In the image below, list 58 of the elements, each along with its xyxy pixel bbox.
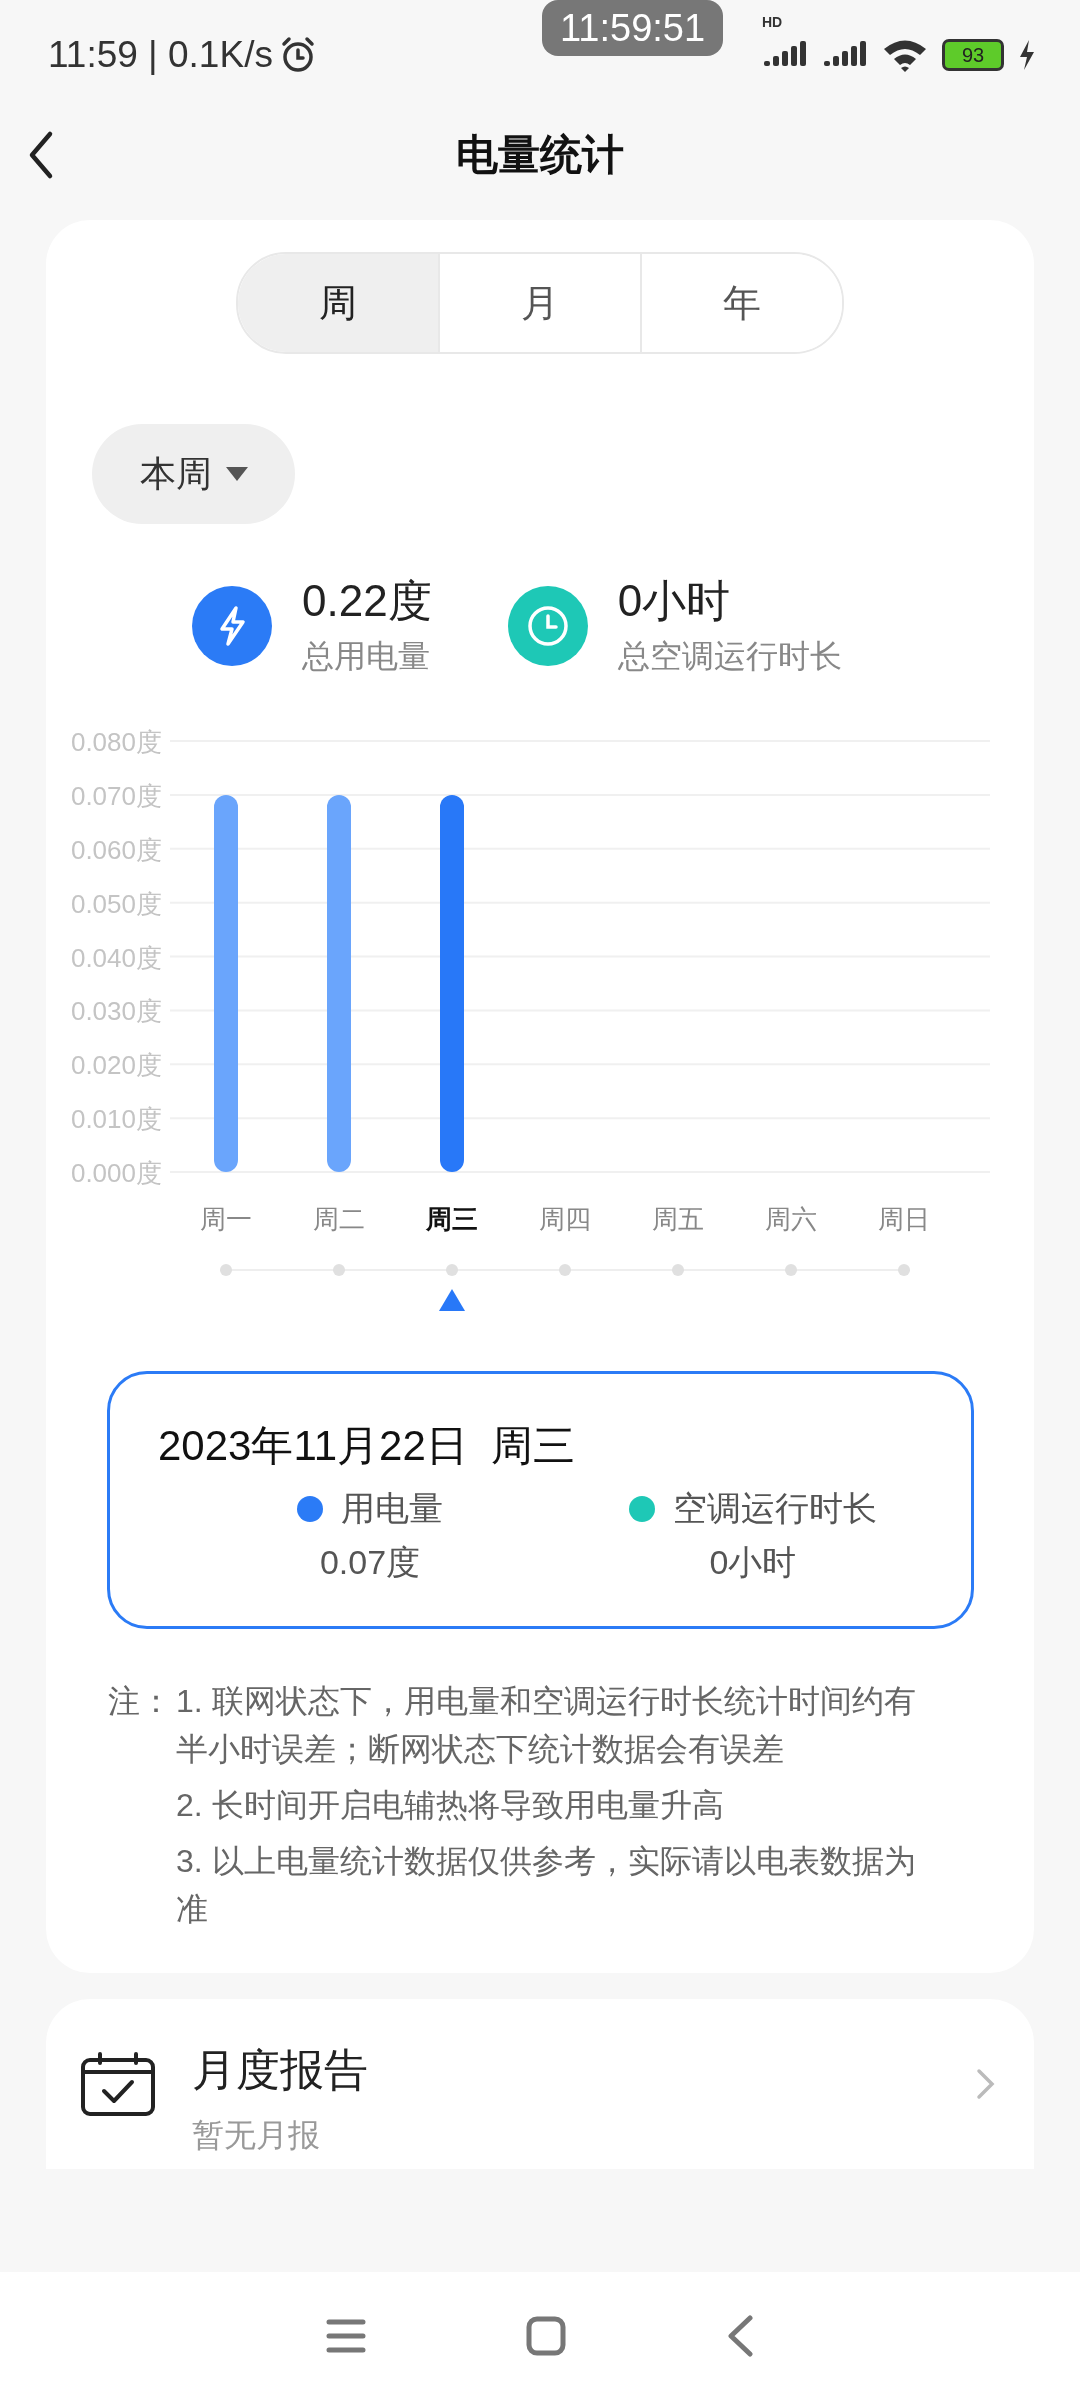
day-label[interactable]: 周二 <box>313 1204 365 1234</box>
period-dropdown[interactable]: 本周 <box>92 424 295 524</box>
day-label[interactable]: 周三 <box>426 1204 478 1234</box>
bar[interactable] <box>440 794 464 1172</box>
stat-value: 0小时 <box>617 575 732 627</box>
monthly-report-card[interactable]: 月度报告 暂无月报 <box>46 1999 1034 2169</box>
day-label[interactable]: 周六 <box>765 1204 817 1234</box>
summary-label: 空调运行时长 <box>673 1488 877 1529</box>
page-title: 电量统计 <box>456 130 624 180</box>
day-dot[interactable] <box>785 1264 797 1276</box>
day-label[interactable]: 周五 <box>652 1204 704 1234</box>
day-dot[interactable] <box>333 1264 345 1276</box>
summary-date: 2023年11月22日 周三 <box>158 1421 577 1471</box>
back-nav-button[interactable] <box>726 2315 754 2357</box>
day-label[interactable]: 周一 <box>200 1204 252 1234</box>
stat-label: 总用电量 <box>302 637 431 676</box>
day-dot[interactable] <box>446 1264 458 1276</box>
axis-label: 0.020度 <box>70 1050 162 1081</box>
day-dot[interactable] <box>672 1264 684 1276</box>
battery-level: 93 <box>942 39 1004 71</box>
period-tab[interactable]: 年 <box>640 254 842 352</box>
status-time: 11:59 | 0.1K/s <box>48 34 273 76</box>
chevron-right-icon <box>976 2068 996 2100</box>
stat-label: 总空调运行时长 <box>617 637 842 676</box>
network-type: HD <box>762 14 783 30</box>
note-text: 3. 以上电量统计数据仅供参考，实际请以电表数据为准 <box>176 1842 917 1929</box>
menu-button[interactable] <box>326 2318 366 2354</box>
summary-value: 0.07度 <box>319 1542 421 1583</box>
day-dot[interactable] <box>559 1264 571 1276</box>
day-label[interactable]: 周四 <box>539 1204 591 1234</box>
stat-value: 0.22度 <box>302 575 432 627</box>
axis-label: 0.070度 <box>70 780 162 811</box>
charging-icon <box>1018 40 1036 70</box>
axis-label: 0.010度 <box>70 1104 162 1135</box>
bar[interactable] <box>327 794 351 1172</box>
summary-value: 0小时 <box>709 1542 797 1583</box>
wifi-icon <box>882 38 928 72</box>
axis-label: 0.080度 <box>70 727 162 757</box>
axis-label: 0.060度 <box>70 834 162 865</box>
period-tab[interactable]: 周 <box>238 254 438 352</box>
report-subtitle: 暂无月报 <box>192 2115 321 2155</box>
axis-label: 0.040度 <box>70 942 162 973</box>
note-text: 1. 联网状态下，用电量和空调运行时长统计时间约有半小时误差；断网状态下统计数据会有误差 <box>176 1682 917 1769</box>
axis-label: 0.030度 <box>70 996 162 1027</box>
clock-pill: 11:59:51 <box>542 0 724 56</box>
axis-label: 0.050度 <box>70 888 162 919</box>
day-dot[interactable] <box>220 1264 232 1276</box>
bar[interactable] <box>214 794 238 1172</box>
summary-label: 用电量 <box>341 1488 443 1529</box>
axis-label: 0.000度 <box>70 1158 162 1188</box>
note-text: 2. 长时间开启电辅热将导致用电量升高 <box>176 1786 725 1825</box>
calendar-check-icon <box>80 2051 156 2117</box>
caret-icon <box>225 467 248 481</box>
note-label: 注： <box>108 1682 172 1721</box>
day-dot[interactable] <box>898 1264 910 1276</box>
home-button[interactable] <box>526 2316 566 2356</box>
report-title: 月度报告 <box>192 2043 368 2096</box>
day-label[interactable]: 周日 <box>878 1204 930 1234</box>
